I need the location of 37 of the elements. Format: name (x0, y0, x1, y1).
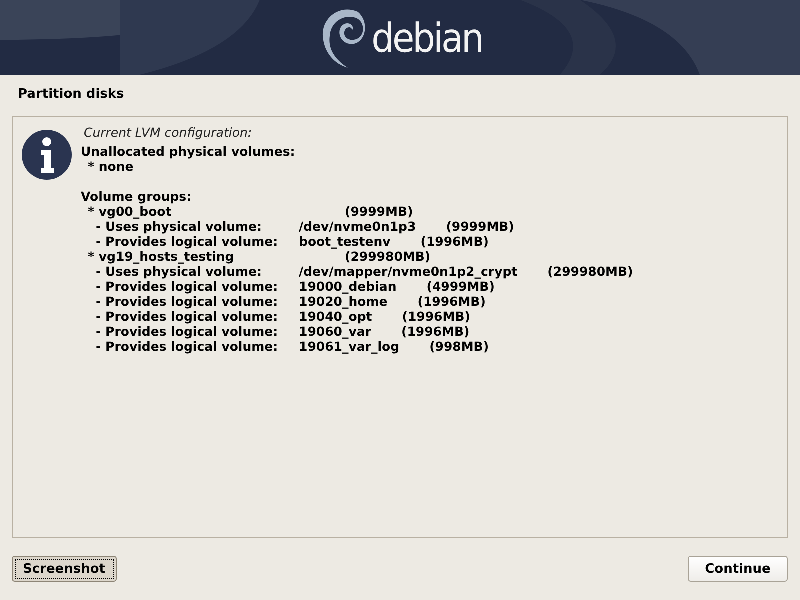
size-label: (9999MB) (446, 219, 514, 234)
volume-label: - Uses physical volume: (96, 264, 264, 279)
section-heading: Unallocated physical volumes: (81, 144, 296, 159)
size-label: (1996MB) (420, 234, 489, 249)
volume-label: - Provides logical volume: (96, 279, 280, 294)
list-item: * none (88, 159, 134, 174)
volume-label: - Uses physical volume: (96, 219, 264, 234)
page-title: Partition disks (17, 86, 126, 104)
volume-label: - Provides logical volume: (96, 324, 280, 339)
volume-group-name: * vg19_hosts_testing (88, 249, 236, 264)
volume-label: - Provides logical volume: (96, 294, 280, 309)
volume-name: 19060_var (299, 324, 372, 339)
size-label: (4999MB) (426, 279, 495, 294)
caption: Current LVM configuration: (83, 125, 254, 140)
size-label: (1996MB) (402, 324, 470, 339)
size-label: (1996MB) (402, 309, 470, 324)
size-label: (998MB) (430, 339, 490, 354)
volume-name: 19061_var_log (299, 339, 400, 354)
volume-label: - Provides logical volume: (96, 234, 280, 249)
size-label: (299980MB) (345, 249, 431, 264)
volume-name: /dev/mapper/nvme0n1p2_crypt (299, 264, 518, 279)
volume-name: /dev/nvme0n1p3 (299, 219, 416, 234)
size-label: (1996MB) (418, 294, 486, 309)
volume-name: 19000_debian (299, 279, 397, 294)
volume-label: - Provides logical volume: (96, 339, 280, 354)
volume-group-name: * vg00_boot (88, 204, 173, 219)
section-heading: Volume groups: (81, 189, 192, 204)
info-icon (21, 129, 73, 181)
volume-name: 19020_home (299, 294, 388, 309)
screenshot-button[interactable]: Screenshot (12, 556, 117, 582)
volume-label: - Provides logical volume: (96, 309, 280, 324)
logo-text: debian (372, 18, 482, 58)
volume-name: 19040_opt (299, 309, 372, 324)
volume-name: boot_testenv (299, 234, 391, 249)
continue-button[interactable]: Continue (688, 556, 788, 582)
size-label: (9999MB) (345, 204, 414, 219)
size-label: (299980MB) (548, 264, 634, 279)
